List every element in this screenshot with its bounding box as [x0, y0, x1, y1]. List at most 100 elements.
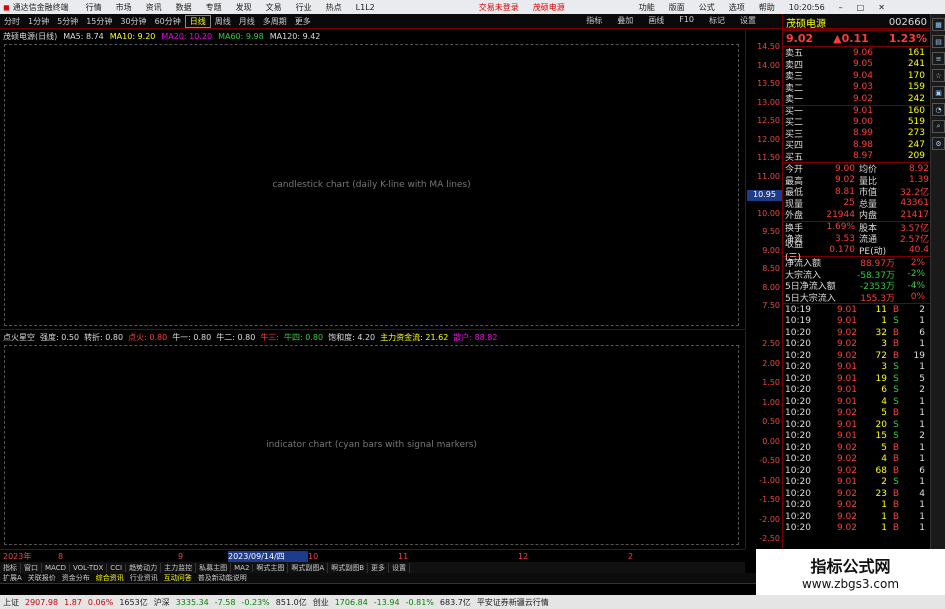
tab-related-quote[interactable]: 关联报价 [25, 573, 59, 583]
tool-draw[interactable]: 画线 [644, 15, 668, 26]
menu-topics[interactable]: 专题 [199, 2, 229, 13]
tf-multi[interactable]: 多周期 [259, 16, 291, 27]
menu-function[interactable]: 功能 [632, 2, 662, 13]
tick-row: 10:20 9.02 72 B 19 [783, 350, 930, 362]
tab-private-main[interactable]: 私募主图 [196, 562, 232, 573]
tab-general-news[interactable]: 综合资讯 [93, 573, 127, 583]
indicator-name[interactable]: 点火星空 [3, 332, 35, 343]
sidebar-star-icon[interactable]: ☆ [932, 69, 945, 82]
stat-value: 21417 [900, 209, 929, 220]
tab-qa[interactable]: 互动问答 [161, 573, 195, 583]
menu-l1l2[interactable]: L1L2 [349, 3, 382, 12]
sidebar-news-icon[interactable]: ▣ [932, 86, 945, 99]
tab-vol-tdx[interactable]: VOL-TDX [70, 563, 108, 572]
menu-market[interactable]: 行情 [79, 2, 109, 13]
orderbook-price: 8.99 [852, 128, 873, 139]
stat-value: 8.81 [834, 186, 855, 197]
kline-chart-area[interactable]: 茂硕电源(日线) MA5: 8.74 MA10: 9.20 MA20: 10.2… [0, 30, 745, 330]
tf-intraday[interactable]: 分时 [0, 16, 24, 27]
tf-15min[interactable]: 15分钟 [82, 16, 116, 27]
tick-count: 2 [919, 304, 925, 315]
menu-data[interactable]: 数据 [169, 2, 199, 13]
tab-main-monitor[interactable]: 主力监控 [161, 562, 197, 573]
tab-ext-a[interactable]: 扩展A [0, 573, 25, 583]
indicator-tick: -1.00 [759, 475, 780, 485]
menu-exchange[interactable]: 市场 [109, 2, 139, 13]
tick-time: 10:20 [785, 431, 811, 442]
tab-window[interactable]: 窗口 [21, 562, 42, 573]
tab-more[interactable]: 更多 [368, 562, 390, 573]
tick-price: 9.02 [836, 488, 857, 499]
tf-1min[interactable]: 1分钟 [24, 16, 53, 27]
sidebar-search-icon[interactable]: ⌕ [932, 120, 945, 133]
status-item: 上证 [3, 597, 19, 607]
ma60-value: MA60: 9.98 [218, 32, 264, 41]
tab-macd[interactable]: MACD [42, 563, 70, 572]
tool-mark[interactable]: 标记 [705, 15, 729, 26]
tf-daily[interactable]: 日线 [184, 14, 211, 28]
tab-trend-power[interactable]: 趋势动力 [126, 562, 162, 573]
maximize-icon[interactable]: □ [850, 3, 872, 12]
price-axis: 14.50 14.00 13.50 13.00 12.50 12.00 11.50 11.00… [745, 30, 782, 330]
menu-discover[interactable]: 发现 [229, 2, 259, 13]
tool-overlay[interactable]: 叠加 [613, 15, 637, 26]
ma10-value: MA10: 9.20 [109, 32, 156, 41]
tick-time: 10:20 [785, 408, 811, 419]
param-bull4: 牛四: 0.80 [284, 332, 324, 342]
indicator-tick: -2.00 [759, 514, 780, 524]
tick-count: 1 [919, 442, 925, 453]
tick-count: 1 [919, 396, 925, 407]
param-bull2: 牛二: 0.80 [216, 332, 256, 342]
tool-indicator[interactable]: 指标 [582, 15, 606, 26]
menu-options[interactable]: 选项 [722, 2, 752, 13]
tf-weekly[interactable]: 周线 [211, 16, 235, 27]
tf-monthly[interactable]: 月线 [235, 16, 259, 27]
tick-row: 10:20 9.02 5 B 1 [783, 442, 930, 454]
status-item: 1653亿 [119, 597, 148, 607]
price-tick: 8.00 [762, 282, 780, 292]
tab-cci[interactable]: CCI [107, 563, 127, 572]
tf-60min[interactable]: 60分钟 [151, 16, 185, 27]
tab-new-momentum[interactable]: 普及新动能说明 [195, 573, 250, 583]
stat-value: 25 [843, 198, 855, 209]
tf-more[interactable]: 更多 [291, 16, 315, 27]
close-icon[interactable]: ✕ [871, 3, 892, 12]
sidebar-chart-icon[interactable]: ▤ [932, 35, 945, 48]
tick-time: 10:20 [785, 500, 811, 511]
orderbook-row: 买五 8.97 209 [783, 151, 930, 163]
minimize-icon[interactable]: – [832, 3, 850, 12]
tick-volume: 20 [875, 419, 887, 430]
tick-side: B [892, 454, 900, 465]
tab-style-sub-a[interactable]: 啊式副图A [288, 562, 329, 573]
sidebar-list-icon[interactable]: ≡ [932, 52, 945, 65]
menu-text[interactable]: 文易 [259, 2, 289, 13]
tool-settings[interactable]: 设置 [736, 15, 760, 26]
tab-indicator[interactable]: 指标 [0, 562, 21, 573]
tf-30min[interactable]: 30分钟 [116, 16, 150, 27]
tick-row: 10:20 9.01 20 S 1 [783, 419, 930, 431]
tick-price: 9.02 [836, 465, 857, 476]
tab-style-sub-b[interactable]: 啊式副图B [328, 562, 369, 573]
tab-style-main[interactable]: 啊式主图 [253, 562, 289, 573]
sidebar-bell-icon[interactable]: ◔ [932, 103, 945, 116]
menu-layout[interactable]: 版面 [662, 2, 692, 13]
tab-ma2[interactable]: MA2 [231, 563, 254, 572]
quote-stats-2: 换手 1.69% 股本 3.57亿 净资 3.53 流通 2.57亿 收益(三) 0.170 PE(… [783, 220, 930, 263]
tool-f10[interactable]: F10 [675, 15, 698, 26]
tab-settings[interactable]: 设置 [389, 562, 411, 573]
menu-news[interactable]: 资讯 [139, 2, 169, 13]
menu-industry[interactable]: 行业 [289, 2, 319, 13]
tick-price: 9.02 [836, 327, 857, 338]
sidebar-grid-icon[interactable]: ▦ [932, 18, 945, 31]
sidebar-settings-icon[interactable]: ⚙ [932, 137, 945, 150]
menu-help[interactable]: 帮助 [752, 2, 782, 13]
stock-name-link[interactable]: 茂硕电源 [526, 2, 572, 13]
trade-login-link[interactable]: 交易未登录 [472, 2, 526, 13]
tab-fund-dist[interactable]: 资金分布 [59, 573, 93, 583]
menu-hot[interactable]: 热点 [319, 2, 349, 13]
menu-formula[interactable]: 公式 [692, 2, 722, 13]
tf-5min[interactable]: 5分钟 [53, 16, 82, 27]
price-tick: 12.00 [757, 134, 780, 144]
stock-header: 茂硕电源 002660 [783, 14, 930, 30]
tab-industry-news[interactable]: 行业资讯 [127, 573, 161, 583]
